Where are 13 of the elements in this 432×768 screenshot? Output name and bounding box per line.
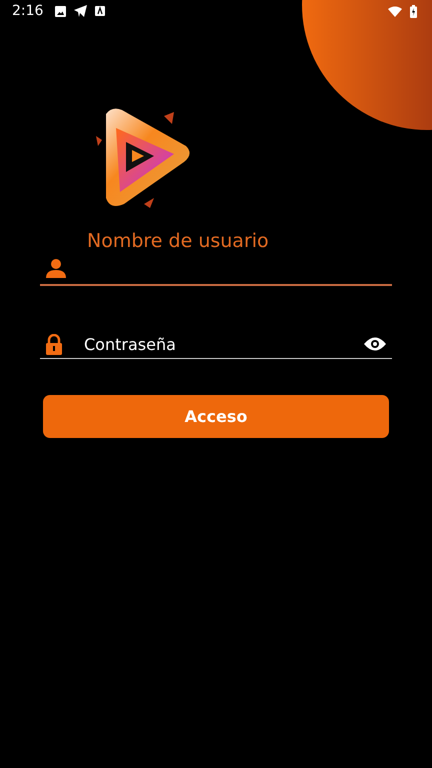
login-button[interactable]: Acceso (43, 395, 389, 438)
person-icon (46, 258, 66, 278)
password-field[interactable]: Contraseña (40, 328, 392, 359)
letter-icon (95, 6, 106, 16)
image-icon (55, 6, 66, 16)
wifi-icon (388, 6, 402, 16)
password-input[interactable]: Contraseña (84, 334, 342, 354)
send-icon (74, 5, 88, 17)
status-time: 2:16 (12, 3, 44, 19)
field-label: Nombre de usuario (87, 230, 270, 252)
battery-icon (410, 4, 417, 18)
lock-icon (46, 334, 62, 354)
eye-icon[interactable] (364, 337, 386, 351)
